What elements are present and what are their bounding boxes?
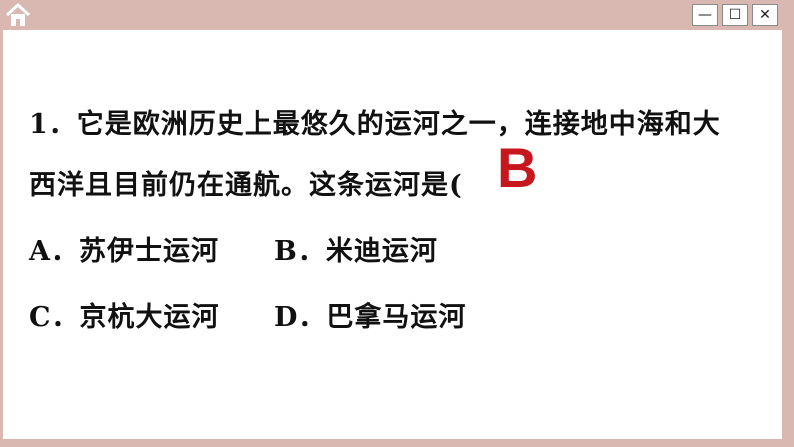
option-a: A．苏伊士运河 <box>29 236 219 267</box>
answer-letter: B <box>497 136 538 199</box>
minimize-icon: — <box>698 7 712 23</box>
slide-content: 1．它是欧洲历史上最悠久的运河之一，连接地中海和大 西洋且目前仍在通航。这条运河… <box>3 30 782 439</box>
close-button[interactable]: ✕ <box>752 4 778 26</box>
option-b: B．米迪运河 <box>274 236 438 267</box>
close-icon: ✕ <box>759 7 771 23</box>
window-frame: — ☐ ✕ 1．它是欧洲历史上最悠久的运河之一，连接地中海和大 西洋且目前仍在通… <box>0 0 794 447</box>
minimize-button[interactable]: — <box>692 4 718 26</box>
right-border <box>782 30 794 447</box>
option-d: D．巴拿马运河 <box>274 302 467 333</box>
window-controls: — ☐ ✕ <box>692 4 778 26</box>
title-bar: — ☐ ✕ <box>0 0 794 32</box>
home-icon <box>5 3 31 26</box>
home-button[interactable] <box>0 0 36 30</box>
maximize-button[interactable]: ☐ <box>722 4 748 26</box>
question-line-2: 西洋且目前仍在通航。这条运河是( <box>29 170 463 201</box>
maximize-icon: ☐ <box>728 7 742 23</box>
question-line-1: 1．它是欧洲历史上最悠久的运河之一，连接地中海和大 <box>29 109 721 140</box>
bottom-border <box>0 439 794 447</box>
option-c: C．京杭大运河 <box>29 302 220 333</box>
